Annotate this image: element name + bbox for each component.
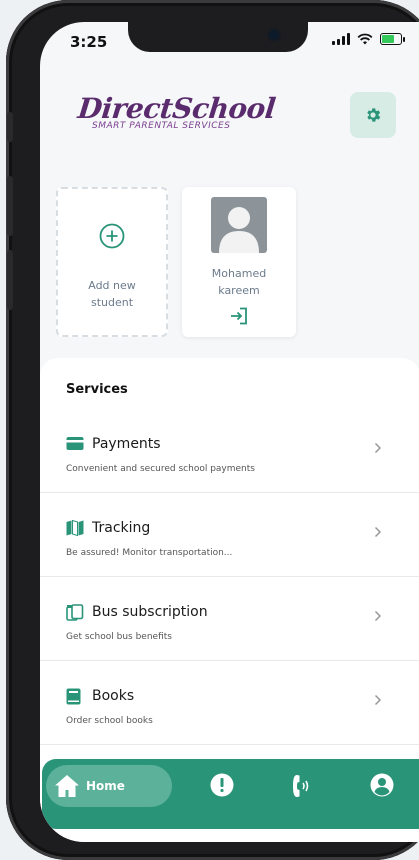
mute-switch: [7, 112, 13, 142]
service-description: Be assured! Monitor transportation...: [66, 548, 233, 558]
alert-icon[interactable]: [210, 773, 234, 797]
nav-home-button[interactable]: Home: [46, 765, 172, 807]
service-item-books[interactable]: Books Order school books: [40, 660, 419, 745]
volume-up-button: [7, 176, 13, 236]
signal-icon: [332, 33, 350, 45]
chevron-right-icon: [374, 610, 382, 622]
student-name: Mohamed kareem: [212, 265, 266, 299]
service-item-bus-subscription[interactable]: Bus subscription Get school bus benefits: [40, 576, 419, 661]
service-name: Tracking: [92, 520, 151, 536]
service-description: Get school bus benefits: [66, 632, 172, 642]
volume-down-button: [7, 250, 13, 310]
avatar-placeholder-icon: [219, 207, 259, 253]
services-title: Services: [66, 382, 128, 397]
service-item-tracking[interactable]: Tracking Be assured! Monitor transportat…: [40, 492, 419, 577]
chevron-right-icon: [374, 694, 382, 706]
bottom-nav: Home: [42, 759, 419, 829]
chevron-right-icon: [374, 442, 382, 454]
add-circle-icon: [99, 223, 125, 249]
gear-icon: [367, 108, 381, 122]
service-description: Order school books: [66, 716, 153, 726]
student-card[interactable]: Mohamed kareem: [182, 187, 296, 337]
login-icon[interactable]: [229, 307, 249, 325]
service-name: Books: [92, 688, 135, 704]
student-name-line2: kareem: [218, 284, 260, 297]
wifi-icon: [357, 33, 373, 45]
battery-icon: [380, 33, 405, 45]
app-screen: 3:25 DirectSchool SMART PARENTAL SERVICE…: [40, 22, 419, 842]
student-name-line1: Mohamed: [211, 267, 267, 280]
chevron-right-icon: [374, 526, 382, 538]
add-student-label-line1: Add new: [88, 279, 136, 292]
profile-icon[interactable]: [370, 773, 394, 797]
phone-frame: 3:25 DirectSchool SMART PARENTAL SERVICE…: [6, 0, 419, 860]
home-icon: [55, 775, 79, 797]
phone-icon[interactable]: [292, 773, 312, 799]
service-item-payments[interactable]: Payments Convenient and secured school p…: [40, 408, 419, 493]
notch: [128, 22, 308, 52]
settings-button[interactable]: [350, 92, 396, 138]
logo-title: DirectSchool: [76, 92, 277, 125]
bus-card-icon: [66, 604, 84, 621]
nav-home-label: Home: [86, 779, 125, 793]
service-description: Convenient and secured school payments: [66, 464, 255, 474]
map-icon: [66, 520, 84, 536]
add-student-label-line2: student: [90, 296, 134, 309]
add-student-label: Add new student: [88, 277, 136, 311]
credit-card-icon: [66, 437, 84, 450]
camera-icon: [269, 30, 279, 40]
status-icons: [332, 33, 405, 45]
book-icon: [66, 688, 81, 705]
avatar: [211, 197, 267, 253]
service-name: Payments: [92, 436, 161, 452]
add-student-card[interactable]: Add new student: [56, 187, 168, 337]
app-logo: DirectSchool SMART PARENTAL SERVICES: [76, 92, 277, 131]
status-time: 3:25: [70, 33, 108, 51]
service-name: Bus subscription: [92, 604, 208, 620]
